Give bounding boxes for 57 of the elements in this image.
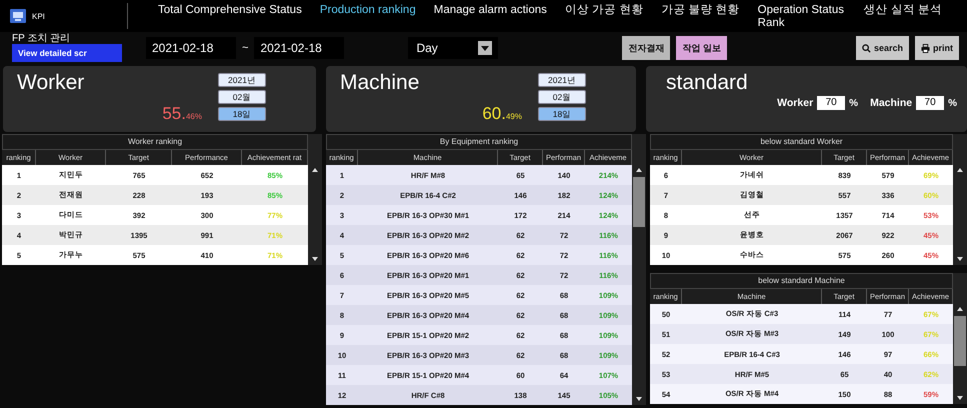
nav-tab[interactable]: 가공 불량 현황: [661, 4, 740, 30]
scroll-up-icon[interactable]: [956, 167, 964, 173]
scroll-down-icon[interactable]: [956, 395, 964, 401]
dropdown-icon: [478, 41, 492, 55]
scroll-thumb[interactable]: [954, 316, 966, 366]
scroll-down-icon[interactable]: [956, 256, 964, 262]
threshold-field[interactable]: 70: [817, 96, 846, 110]
percent-unit: %: [849, 98, 858, 108]
search-button[interactable]: search: [856, 36, 909, 60]
rate-value: 60.49%: [482, 104, 522, 124]
view-detail-button[interactable]: View detailed scr: [12, 44, 122, 62]
nav-tab[interactable]: Manage alarm actions: [434, 4, 547, 30]
day-badge: 18일: [538, 107, 586, 121]
threshold-label: Machine: [870, 97, 912, 109]
search-icon: [862, 44, 871, 52]
card-title: Worker: [17, 70, 86, 96]
date-to-field[interactable]: 2021-02-18: [254, 37, 344, 59]
day-badge: 18일: [218, 107, 266, 121]
year-badge: 2021년: [218, 73, 266, 87]
print-button[interactable]: print: [915, 36, 959, 60]
daily-report-button[interactable]: 작업 일보: [676, 36, 727, 60]
threshold-label: Worker: [777, 97, 814, 109]
scrollbar[interactable]: [308, 134, 322, 265]
card-title: Machine: [340, 70, 420, 96]
period-select[interactable]: Day: [408, 37, 498, 59]
date-separator: ~: [242, 42, 248, 54]
printer-icon: [921, 44, 930, 52]
table-title: Worker ranking: [2, 134, 308, 150]
table-title: below standard Worker: [650, 134, 953, 150]
table-title: By Equipment ranking: [326, 134, 632, 150]
rate-value: 55.46%: [162, 104, 202, 124]
nav-tab[interactable]: 이상 가공 현황: [564, 4, 644, 30]
table-title: below standard Machine: [650, 273, 953, 289]
scroll-down-icon[interactable]: [311, 256, 319, 262]
scroll-thumb[interactable]: [633, 177, 645, 227]
nav-tab[interactable]: Operation Status Rank: [758, 4, 846, 30]
threshold-field[interactable]: 70: [916, 96, 944, 110]
card-title: standard: [666, 70, 749, 96]
scrollbar[interactable]: [632, 134, 646, 405]
scroll-down-icon[interactable]: [635, 396, 643, 402]
date-from-field[interactable]: 2021-02-18: [146, 37, 236, 59]
month-badge: 02월: [538, 90, 586, 104]
scroll-up-icon[interactable]: [311, 167, 319, 173]
scrollbar[interactable]: [953, 273, 967, 404]
percent-unit: %: [948, 98, 957, 108]
nav-tab[interactable]: 생산 실적 분석: [864, 4, 942, 30]
scroll-up-icon[interactable]: [635, 167, 643, 173]
monitor-icon: [10, 9, 26, 23]
scroll-up-icon[interactable]: [956, 306, 964, 312]
approval-button[interactable]: 전자결재: [622, 36, 670, 60]
section-label: FP 조치 관리: [12, 34, 72, 44]
nav-tab[interactable]: Production ranking: [320, 4, 416, 30]
scrollbar[interactable]: [953, 134, 967, 265]
nav-tab[interactable]: Total Comprehensive Status: [158, 4, 302, 30]
year-badge: 2021년: [538, 73, 586, 87]
month-badge: 02월: [218, 90, 266, 104]
logo-label: KPI: [32, 12, 45, 20]
